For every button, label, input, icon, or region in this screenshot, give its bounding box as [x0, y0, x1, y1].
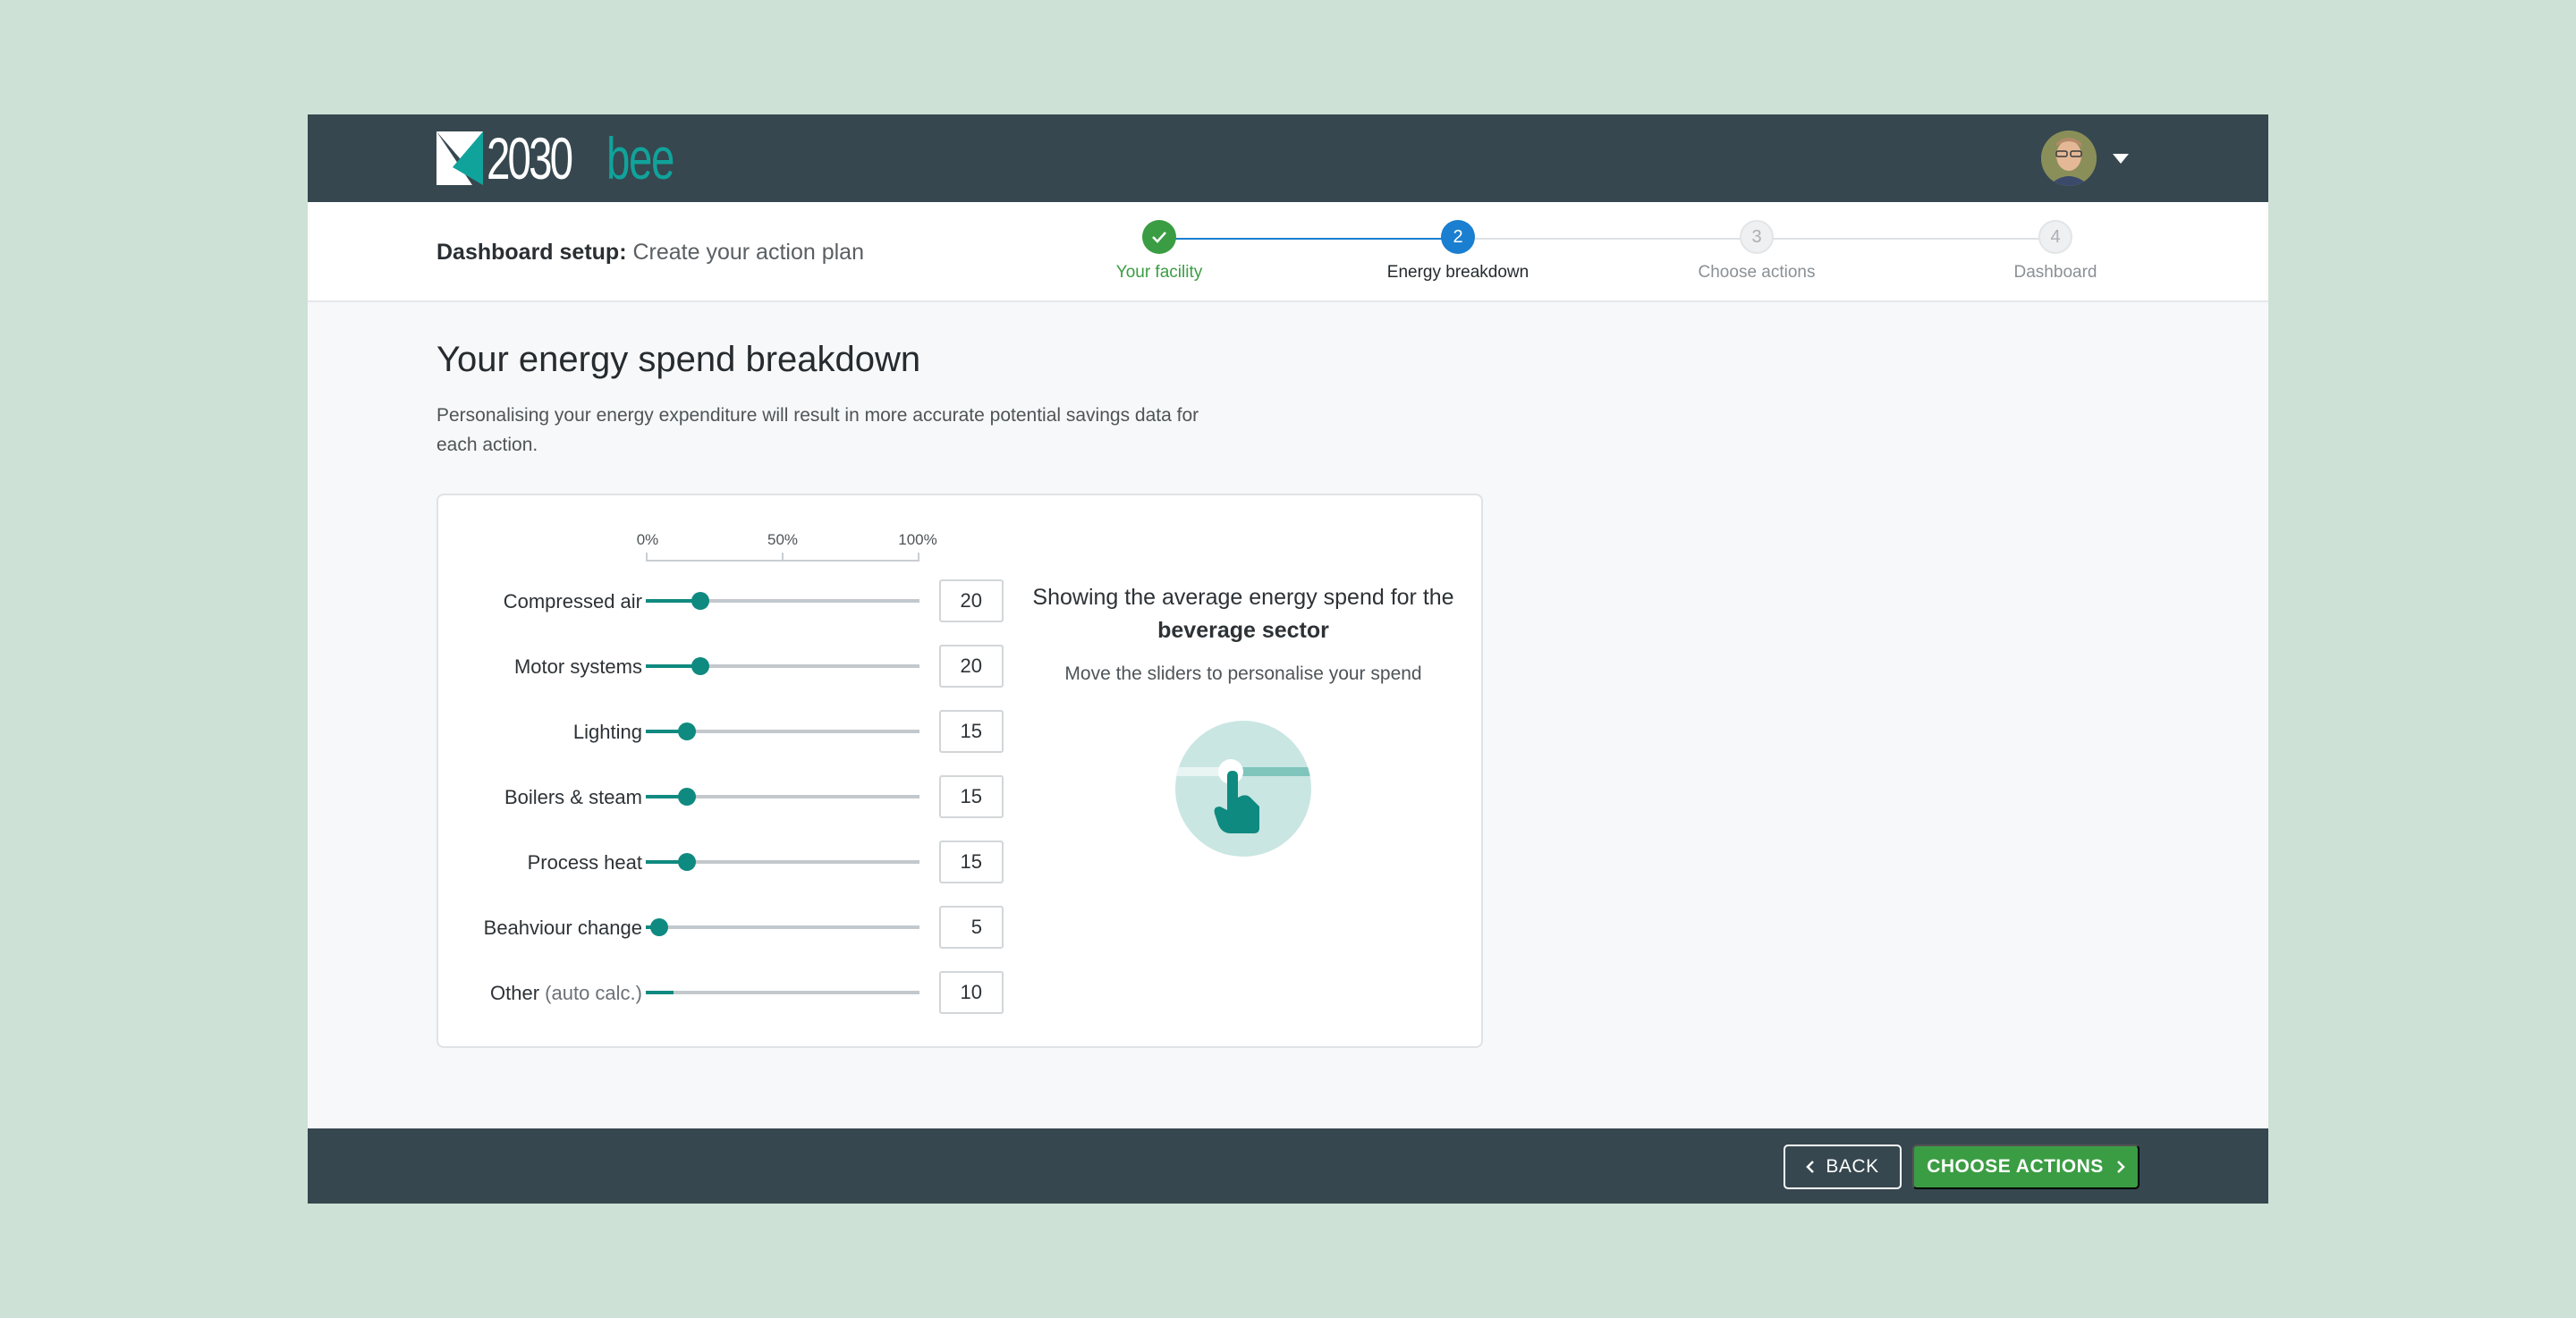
- slider-label-text: Beahviour change: [483, 917, 642, 939]
- info-heading: Showing the average energy spend for the…: [1029, 581, 1458, 647]
- step-label: Dashboard: [2013, 263, 2097, 282]
- step-label: Choose actions: [1698, 263, 1816, 282]
- step-energy-breakdown[interactable]: 2 Energy breakdown: [1368, 220, 1547, 283]
- info-hint: Move the sliders to personalise your spe…: [1064, 663, 1422, 684]
- scale-label-mid: 50%: [767, 531, 799, 548]
- energy-slider[interactable]: [646, 657, 919, 675]
- energy-slider: [646, 991, 919, 994]
- slider-thumb[interactable]: [650, 918, 669, 936]
- slider-thumb[interactable]: [677, 722, 696, 740]
- slider-thumb[interactable]: [691, 592, 710, 610]
- slider-label-text: Lighting: [572, 721, 642, 743]
- logo[interactable]: 2030 bee: [436, 125, 696, 191]
- energy-slider[interactable]: [646, 918, 919, 936]
- logo-word: bee: [606, 125, 674, 191]
- progress-header: Dashboard setup: Create your action plan…: [308, 202, 2268, 302]
- caret-down-icon[interactable]: [2113, 154, 2129, 164]
- slider-hand-icon: [1175, 721, 1311, 857]
- slider-label: Beahviour change: [484, 917, 642, 940]
- percent-input[interactable]: 15: [939, 775, 1004, 818]
- slider-label: Lighting: [573, 721, 642, 744]
- energy-slider[interactable]: [646, 592, 919, 610]
- step-label: Energy breakdown: [1386, 263, 1530, 282]
- percent-input[interactable]: 20: [939, 579, 1004, 622]
- slider-label-text: Compressed air: [503, 590, 642, 613]
- step-number: 2: [1441, 220, 1475, 254]
- slider-label-text: Motor systems: [513, 655, 642, 678]
- energy-slider[interactable]: [646, 853, 919, 871]
- scale-tick: [918, 553, 919, 562]
- energy-slider[interactable]: [646, 788, 919, 806]
- step-label: Your facility: [1115, 263, 1203, 282]
- percent-input[interactable]: 15: [939, 710, 1004, 753]
- info-heading-text: Showing the average energy spend for the: [1032, 585, 1454, 610]
- slider-row: Beahviour change 5: [438, 906, 1011, 949]
- slider-thumb[interactable]: [677, 788, 696, 806]
- slider-row: Compressed air 20: [438, 579, 1011, 622]
- back-button-label: BACK: [1826, 1156, 1879, 1177]
- slider-row: Other (auto calc.) 10: [438, 971, 1011, 1014]
- back-button[interactable]: BACK: [1784, 1145, 1902, 1189]
- energy-slider[interactable]: [646, 722, 919, 740]
- chevron-right-icon: [2116, 1161, 2125, 1173]
- slider-row: Lighting 15: [438, 710, 1011, 753]
- setup-title: Dashboard setup: Create your action plan: [436, 240, 864, 266]
- page-title: Your energy spend breakdown: [436, 340, 921, 379]
- footer-bar: BACK CHOOSE ACTIONS: [308, 1128, 2268, 1204]
- slider-label: Other (auto calc.): [490, 982, 642, 1005]
- slider-label: Boilers & steam: [504, 786, 642, 809]
- slider-label: Process heat: [528, 851, 642, 874]
- slider-label: Motor systems: [514, 655, 642, 679]
- slider-row: Boilers & steam 15: [438, 775, 1011, 818]
- scale-label-max: 100%: [898, 531, 937, 548]
- slider-thumb[interactable]: [691, 657, 710, 675]
- percent-scale: 0% 50% 100%: [637, 531, 937, 562]
- scale-tick: [782, 553, 784, 562]
- info-panel: Showing the average energy spend for the…: [1029, 581, 1458, 857]
- chevron-left-icon: [1806, 1161, 1815, 1173]
- slider-label-text: Process heat: [527, 851, 642, 874]
- percent-input[interactable]: 15: [939, 841, 1004, 883]
- slider-label-suffix: (auto calc.): [545, 982, 642, 1004]
- app-window: 2030 bee Dashboard setup: Create your ac…: [308, 114, 2268, 1204]
- step-number: 4: [2038, 220, 2072, 254]
- slider-label-text: Other: [490, 982, 540, 1004]
- percent-input: 10: [939, 971, 1004, 1014]
- info-sector: beverage sector: [1157, 618, 1329, 643]
- logo-mark-icon: [436, 131, 483, 185]
- choose-actions-label: CHOOSE ACTIONS: [1927, 1156, 2104, 1177]
- step-dashboard[interactable]: 4 Dashboard: [1966, 220, 2145, 283]
- logo-number: 2030: [487, 125, 573, 191]
- slider-row: Motor systems 20: [438, 645, 1011, 688]
- step-number: 3: [1740, 220, 1774, 254]
- slider-fill: [646, 991, 674, 994]
- setup-title-bold: Dashboard setup:: [436, 240, 627, 265]
- slider-label-text: Boilers & steam: [504, 786, 642, 808]
- step-choose-actions[interactable]: 3 Choose actions: [1667, 220, 1846, 283]
- scale-label-min: 0%: [636, 531, 659, 548]
- choose-actions-button[interactable]: CHOOSE ACTIONS: [1912, 1145, 2140, 1189]
- slider-row: Process heat 15: [438, 841, 1011, 883]
- breakdown-card: 0% 50% 100% Compressed air 20 Motor system…: [436, 494, 1483, 1048]
- percent-input[interactable]: 5: [939, 906, 1004, 949]
- percent-input[interactable]: 20: [939, 645, 1004, 688]
- check-icon: [1142, 220, 1176, 254]
- page-subtitle: Personalising your energy expenditure wi…: [436, 405, 1199, 455]
- scale-tick: [646, 553, 648, 562]
- setup-title-rest: Create your action plan: [632, 240, 864, 265]
- user-avatar[interactable]: [2041, 131, 2097, 186]
- slider-thumb[interactable]: [677, 853, 696, 871]
- step-your-facility[interactable]: Your facility: [1070, 220, 1249, 283]
- slider-label: Compressed air: [504, 590, 642, 613]
- top-bar: 2030 bee: [308, 114, 2268, 202]
